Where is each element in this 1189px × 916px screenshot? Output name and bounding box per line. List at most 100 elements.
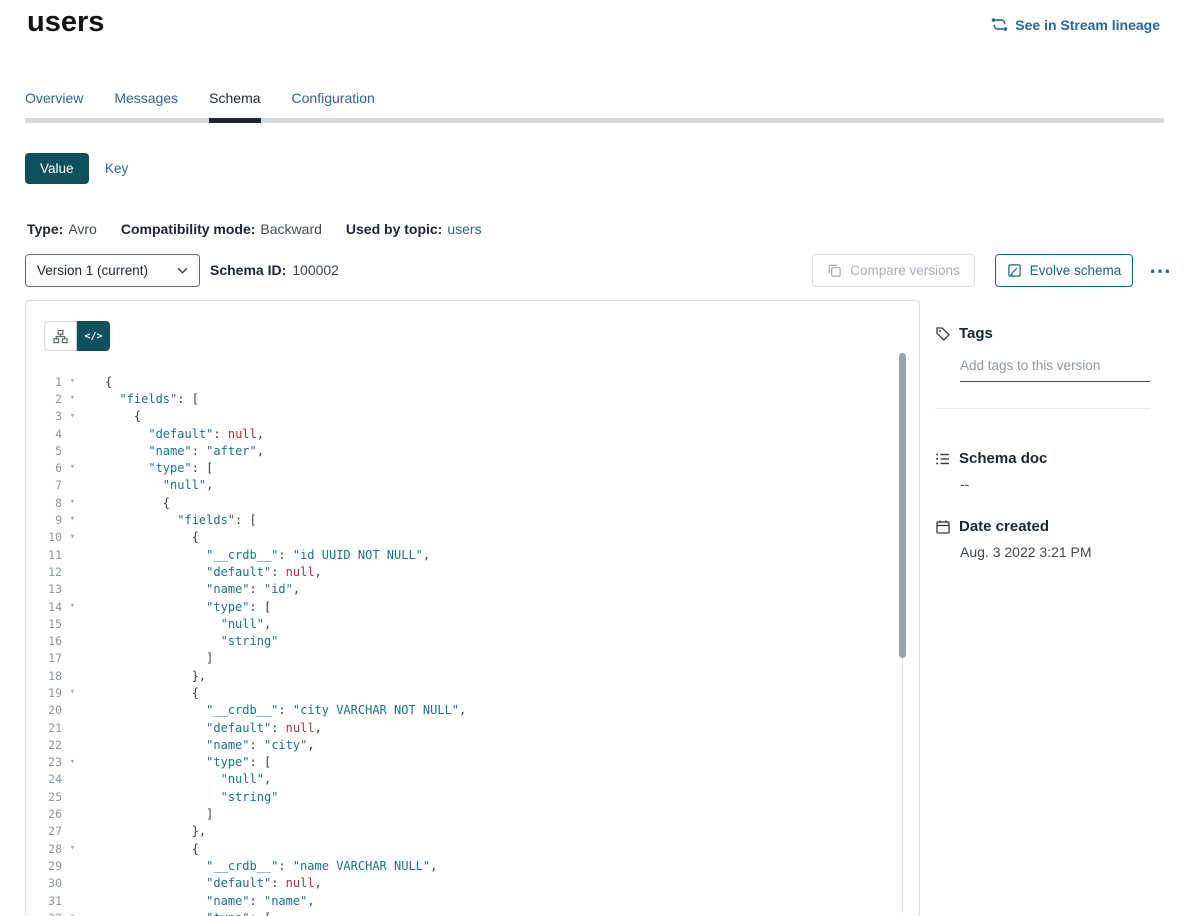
calendar-icon [935, 519, 951, 535]
line-number: 13 [26, 582, 62, 596]
schema-doc-heading: Schema doc [959, 450, 1047, 467]
code-text: "string" [105, 634, 278, 648]
compare-versions-label: Compare versions [850, 263, 960, 278]
line-number: 6 [26, 461, 62, 475]
code-line: 17 ] [26, 650, 919, 667]
code-text: { [105, 686, 199, 700]
schema-meta: Type: Avro Compatibility mode: Backward … [27, 221, 482, 237]
code-line: 20 "__crdb__": "city VARCHAR NOT NULL", [26, 702, 919, 719]
code-text: { [105, 530, 199, 544]
code-line: 29 "__crdb__": "name VARCHAR NULL", [26, 857, 919, 874]
sidebar-divider [935, 408, 1150, 409]
code-line: 27 }, [26, 823, 919, 840]
tab-overview[interactable]: Overview [25, 90, 83, 118]
code-text: "name": "id", [105, 582, 300, 596]
line-number: 24 [26, 772, 62, 786]
code-text: }, [105, 669, 206, 683]
doc-list-icon [935, 451, 951, 467]
edit-schema-icon [1007, 263, 1022, 278]
code-text: "name": "after", [105, 444, 264, 458]
line-number: 16 [26, 634, 62, 648]
value-toggle-button[interactable]: Value [25, 153, 89, 184]
code-text: "__crdb__": "name VARCHAR NULL", [105, 859, 437, 873]
line-number: 8 [26, 496, 62, 510]
date-created-heading-row: Date created [935, 518, 1049, 535]
code-line: 26 ] [26, 805, 919, 822]
line-number: 1 [26, 375, 62, 389]
code-line: 11 "__crdb__": "id UUID NOT NULL", [26, 546, 919, 563]
schema-doc-value: -- [960, 476, 969, 492]
code-line: 24 "null", [26, 771, 919, 788]
code-text: }, [105, 824, 206, 838]
code-view-icon: </> [84, 331, 102, 342]
code-line: 18 }, [26, 667, 919, 684]
fold-toggle-icon[interactable]: ▾ [62, 529, 83, 546]
code-view-button[interactable]: </> [77, 321, 110, 351]
key-toggle-button[interactable]: Key [97, 153, 136, 184]
code-text: "name": "city", [105, 738, 315, 752]
fold-toggle-icon[interactable]: ▾ [62, 754, 83, 771]
compare-versions-button[interactable]: Compare versions [812, 254, 975, 287]
evolve-schema-button[interactable]: Evolve schema [995, 254, 1133, 287]
code-line: 30 "default": null, [26, 875, 919, 892]
more-options-button[interactable]: ⋯ [1144, 255, 1176, 286]
code-line: 13 "name": "id", [26, 581, 919, 598]
code-line: 10▾ { [26, 529, 919, 546]
line-number: 31 [26, 894, 62, 908]
schema-doc-heading-row: Schema doc [935, 450, 1047, 467]
code-text: "null", [105, 772, 271, 786]
line-number: 32 [26, 911, 62, 916]
line-number: 5 [26, 444, 62, 458]
version-select[interactable]: Version 1 (current) [25, 254, 200, 287]
fold-toggle-icon[interactable]: ▾ [62, 390, 83, 407]
code-line: 31 "name": "name", [26, 892, 919, 909]
fold-toggle-icon[interactable]: ▾ [62, 598, 83, 615]
scrollbar-thumb[interactable] [899, 353, 906, 658]
stream-lineage-link-label: See in Stream lineage [1015, 17, 1160, 33]
code-line: 15 "null", [26, 615, 919, 632]
code-lines: 1▾{2▾ "fields": [3▾ {4 "default": null,5… [26, 373, 919, 916]
topic-link[interactable]: users [447, 221, 481, 237]
fold-toggle-icon[interactable]: ▾ [62, 909, 83, 916]
schema-id: Schema ID:100002 [210, 254, 339, 287]
code-line: 22 "name": "city", [26, 736, 919, 753]
tree-view-button[interactable] [44, 321, 77, 351]
chevron-down-icon [177, 267, 188, 274]
code-text: ] [105, 807, 213, 821]
code-line: 4 "default": null, [26, 425, 919, 442]
code-text: { [105, 375, 112, 389]
code-text: "fields": [ [105, 513, 257, 527]
line-number: 29 [26, 859, 62, 873]
tags-input[interactable] [960, 358, 1150, 382]
tab-schema[interactable]: Schema [209, 90, 260, 118]
scrollbar-track[interactable] [899, 353, 906, 913]
tab-configuration[interactable]: Configuration [292, 90, 375, 118]
fold-toggle-icon[interactable]: ▾ [62, 459, 83, 476]
fold-toggle-icon[interactable]: ▾ [62, 408, 83, 425]
version-select-value: Version 1 (current) [37, 263, 148, 278]
line-number: 12 [26, 565, 62, 579]
fold-toggle-icon[interactable]: ▾ [62, 840, 83, 857]
fold-toggle-icon[interactable]: ▾ [62, 373, 83, 390]
fold-toggle-icon[interactable]: ▾ [62, 684, 83, 701]
code-line: 5 "name": "after", [26, 442, 919, 459]
line-number: 15 [26, 617, 62, 631]
fold-toggle-icon[interactable]: ▾ [62, 494, 83, 511]
line-number: 14 [26, 600, 62, 614]
fold-toggle-icon[interactable]: ▾ [62, 511, 83, 528]
line-number: 7 [26, 478, 62, 492]
code-line: 21 "default": null, [26, 719, 919, 736]
code-text: "default": null, [105, 721, 322, 735]
code-text: "type": [ [105, 600, 271, 614]
line-number: 20 [26, 703, 62, 717]
editor-view-toggle: </> [44, 321, 110, 351]
code-text: "string" [105, 790, 278, 804]
stream-lineage-link[interactable]: See in Stream lineage [991, 16, 1160, 33]
type-label: Type: [27, 221, 63, 237]
tab-messages[interactable]: Messages [114, 90, 178, 118]
code-line: 16 "string" [26, 632, 919, 649]
code-line: 9▾ "fields": [ [26, 511, 919, 528]
line-number: 28 [26, 842, 62, 856]
code-text: "type": [ [105, 755, 271, 769]
code-text: "null", [105, 617, 271, 631]
